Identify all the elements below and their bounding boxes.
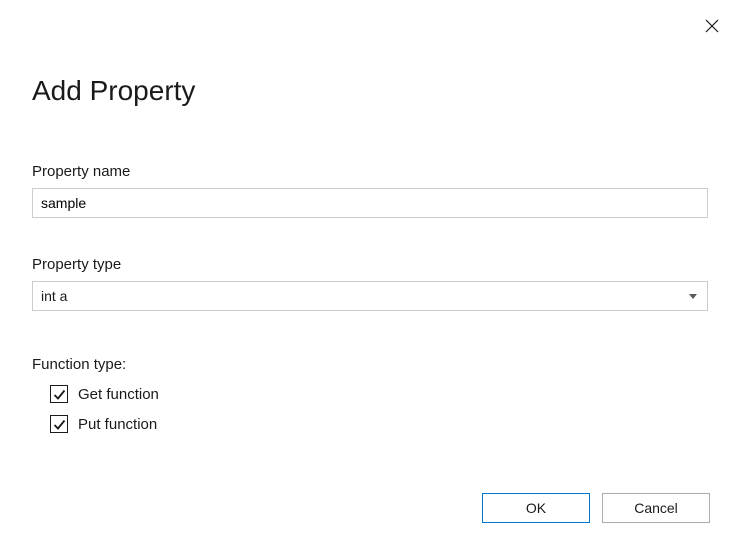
get-function-checkbox (50, 385, 68, 403)
checkmark-icon (53, 418, 66, 431)
put-function-checkbox-row[interactable]: Put function (50, 415, 159, 433)
chevron-down-icon (689, 294, 697, 299)
function-type-label: Function type: (32, 356, 159, 373)
put-function-checkbox (50, 415, 68, 433)
checkmark-icon (53, 388, 66, 401)
get-function-label: Get function (78, 386, 159, 403)
cancel-button[interactable]: Cancel (602, 493, 710, 523)
property-type-combobox[interactable]: int a (32, 281, 708, 311)
dialog-title: Add Property (32, 75, 195, 107)
ok-button[interactable]: OK (482, 493, 590, 523)
close-icon (705, 19, 719, 33)
close-button[interactable] (704, 18, 720, 34)
get-function-checkbox-row[interactable]: Get function (50, 385, 159, 403)
button-row: OK Cancel (482, 493, 710, 523)
property-type-label: Property type (32, 256, 708, 273)
property-name-label: Property name (32, 163, 708, 180)
property-type-section: Property type int a (32, 256, 708, 311)
property-name-input[interactable] (32, 188, 708, 218)
property-name-section: Property name (32, 163, 708, 218)
property-type-value: int a (41, 288, 689, 304)
put-function-label: Put function (78, 416, 157, 433)
function-type-section: Function type: Get function Put function (32, 356, 159, 433)
